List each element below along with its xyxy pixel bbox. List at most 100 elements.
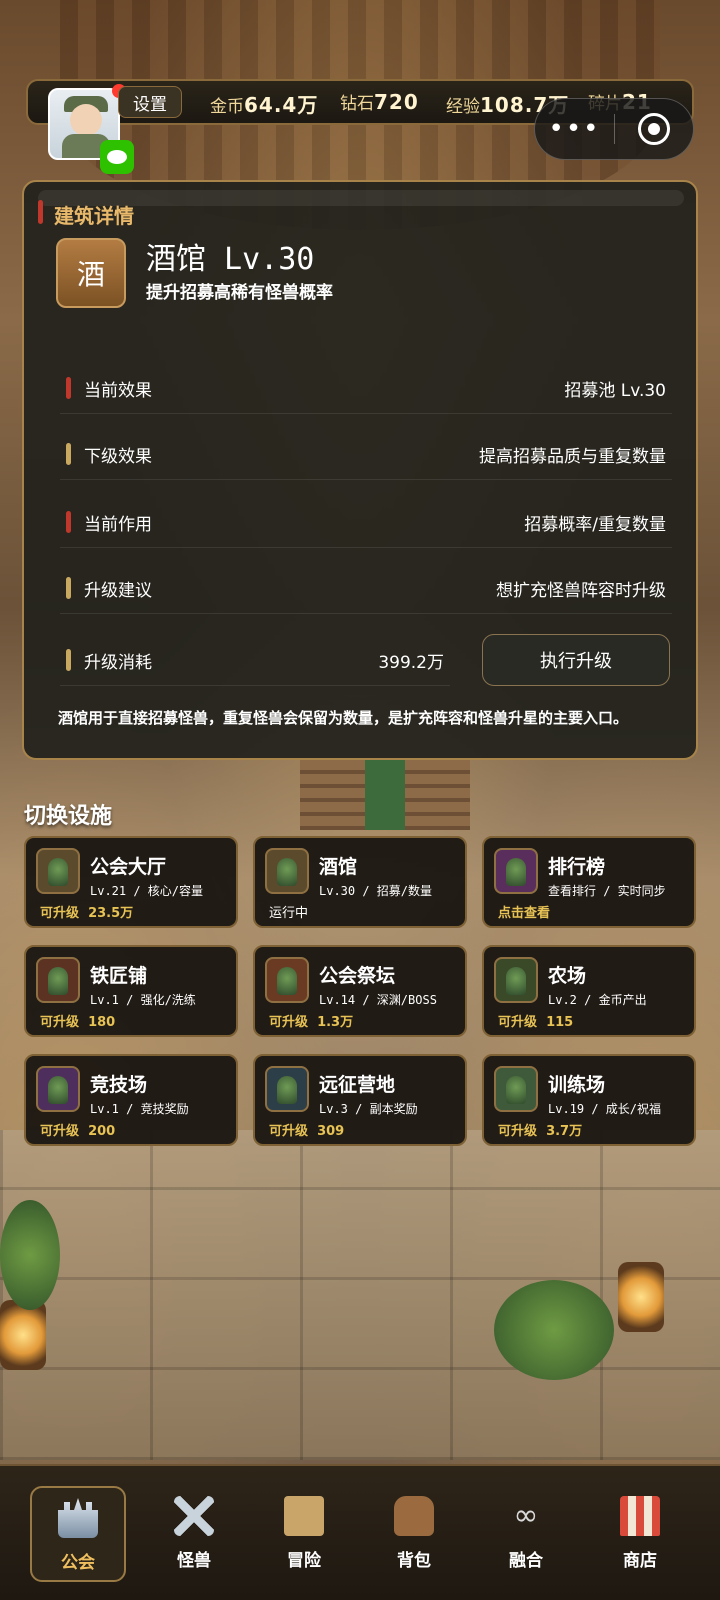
row-value: 招募概率/重复数量 bbox=[524, 515, 666, 535]
building-description: 提升招募高稀有怪兽概率 bbox=[146, 283, 333, 303]
row-label: 当前效果 bbox=[84, 381, 152, 401]
nav-fusion[interactable]: ∞ 融合 bbox=[478, 1486, 574, 1582]
facility-card-guild-hall[interactable]: 公会大厅 Lv.21 / 核心/容量 可升级 23.5万 bbox=[24, 836, 238, 928]
facility-sub: Lv.19 / 成长/祝福 bbox=[548, 1102, 662, 1116]
facility-card-altar[interactable]: 公会祭坛 Lv.14 / 深渊/BOSS 可升级 1.3万 bbox=[253, 945, 467, 1037]
facility-status: 可升级 115 bbox=[498, 1015, 574, 1030]
nav-label: 冒险 bbox=[287, 1551, 321, 1571]
facility-card-blacksmith[interactable]: 铁匠铺 Lv.1 / 强化/洗练 可升级 180 bbox=[24, 945, 238, 1037]
facility-card-arena[interactable]: 竞技场 Lv.1 / 竞技奖励 可升级 200 bbox=[24, 1054, 238, 1146]
facility-card-expedition-camp[interactable]: 远征营地 Lv.3 / 副本奖励 可升级 309 bbox=[253, 1054, 467, 1146]
detail-row: 升级建议 想扩充怪兽阵容时升级 bbox=[60, 564, 672, 614]
facility-status: 运行中 bbox=[269, 906, 309, 921]
facility-name: 公会大厅 bbox=[90, 856, 167, 878]
tavern-icon bbox=[265, 848, 309, 894]
bottom-nav: 公会 怪兽 冒险 背包 ∞ 融合 商店 bbox=[0, 1464, 720, 1600]
detail-row: 下级效果 提高招募品质与重复数量 bbox=[60, 430, 672, 480]
expedition-camp-icon bbox=[265, 1066, 309, 1112]
row-marker bbox=[66, 443, 71, 465]
row-marker bbox=[66, 511, 71, 533]
facility-name: 排行榜 bbox=[548, 856, 606, 878]
row-label: 下级效果 bbox=[84, 447, 152, 467]
facility-name: 竞技场 bbox=[90, 1074, 148, 1096]
shop-stall-icon bbox=[620, 1496, 660, 1536]
farm-icon bbox=[494, 957, 538, 1003]
target-close-icon bbox=[637, 113, 670, 145]
panel-title: 建筑详情 bbox=[54, 204, 134, 228]
facility-name: 远征营地 bbox=[319, 1074, 396, 1096]
row-value: 提高招募品质与重复数量 bbox=[479, 447, 666, 467]
panel-header-strip bbox=[38, 190, 684, 206]
row-marker bbox=[66, 577, 71, 599]
background-floor bbox=[0, 1130, 720, 1460]
map-scroll-icon bbox=[284, 1496, 324, 1536]
exp-label: 经验 bbox=[446, 97, 480, 117]
nav-shop[interactable]: 商店 bbox=[592, 1486, 688, 1582]
background-plant bbox=[0, 1200, 60, 1310]
settings-button[interactable]: 设置 bbox=[118, 86, 182, 118]
row-marker bbox=[66, 649, 71, 671]
building-detail-panel: 建筑详情 酒 酒馆 Lv.30 提升招募高稀有怪兽概率 当前效果 招募池 Lv.… bbox=[22, 180, 698, 760]
section-title: 切换设施 bbox=[24, 804, 113, 829]
diamond-label: 钻石 bbox=[340, 94, 374, 114]
more-menu-button[interactable]: ••• bbox=[535, 116, 614, 142]
row-label: 当前作用 bbox=[84, 515, 152, 535]
upgrade-cost-value: 399.2万 bbox=[378, 653, 444, 673]
facility-card-training-ground[interactable]: 训练场 Lv.19 / 成长/祝福 可升级 3.7万 bbox=[482, 1054, 696, 1146]
facility-status: 可升级 180 bbox=[40, 1015, 116, 1030]
row-value: 招募池 Lv.30 bbox=[564, 381, 666, 401]
facility-sub: 查看排行 / 实时同步 bbox=[548, 884, 666, 898]
castle-icon bbox=[58, 1498, 98, 1538]
facility-name: 酒馆 bbox=[319, 856, 358, 878]
facility-status: 可升级 309 bbox=[269, 1124, 345, 1139]
facility-sub: Lv.1 / 竞技奖励 bbox=[90, 1102, 189, 1116]
detail-row: 当前效果 招募池 Lv.30 bbox=[60, 364, 672, 414]
row-marker bbox=[66, 377, 71, 399]
nav-adventure[interactable]: 冒险 bbox=[256, 1486, 352, 1582]
facility-sub: Lv.1 / 强化/洗练 bbox=[90, 993, 196, 1007]
diamond-value: 720 bbox=[374, 90, 419, 114]
facility-status: 可升级 200 bbox=[40, 1124, 116, 1139]
arena-icon bbox=[36, 1066, 80, 1112]
facility-name: 训练场 bbox=[548, 1074, 606, 1096]
facility-card-tavern[interactable]: 酒馆 Lv.30 / 招募/数量 运行中 bbox=[253, 836, 467, 928]
nav-label: 背包 bbox=[397, 1551, 431, 1571]
title-marker bbox=[38, 200, 43, 224]
background-plant bbox=[494, 1280, 614, 1380]
facility-sub: Lv.2 / 金币产出 bbox=[548, 993, 647, 1007]
background-lamp bbox=[618, 1262, 664, 1332]
crossed-swords-icon bbox=[174, 1496, 214, 1536]
facility-sub: Lv.30 / 招募/数量 bbox=[319, 884, 433, 898]
facility-status: 可升级 23.5万 bbox=[40, 906, 134, 921]
miniprogram-capsule: ••• bbox=[534, 98, 694, 160]
nav-label: 怪兽 bbox=[177, 1551, 211, 1571]
leaderboard-icon bbox=[494, 848, 538, 894]
nav-label: 公会 bbox=[61, 1553, 95, 1573]
facility-name: 农场 bbox=[548, 965, 587, 987]
row-value: 想扩充怪兽阵容时升级 bbox=[496, 581, 666, 601]
close-miniprogram-button[interactable] bbox=[615, 113, 693, 145]
gold-label: 金币 bbox=[210, 97, 244, 117]
gold-resource: 金币64.4万 bbox=[210, 89, 318, 118]
wechat-icon[interactable] bbox=[100, 140, 134, 174]
facility-card-farm[interactable]: 农场 Lv.2 / 金币产出 可升级 115 bbox=[482, 945, 696, 1037]
detail-row: 当前作用 招募概率/重复数量 bbox=[60, 498, 672, 548]
background-lamp bbox=[0, 1300, 46, 1370]
nav-guild[interactable]: 公会 bbox=[30, 1486, 126, 1582]
facility-name: 铁匠铺 bbox=[90, 965, 148, 987]
building-icon: 酒 bbox=[56, 238, 126, 308]
nav-monsters[interactable]: 怪兽 bbox=[146, 1486, 242, 1582]
building-note: 酒馆用于直接招募怪兽，重复怪兽会保留为数量，是扩充阵容和怪兽升星的主要入口。 bbox=[58, 709, 629, 727]
facility-sub: Lv.3 / 副本奖励 bbox=[319, 1102, 418, 1116]
row-label: 升级消耗 bbox=[84, 653, 152, 673]
execute-upgrade-button[interactable]: 执行升级 bbox=[482, 634, 670, 686]
nav-label: 商店 bbox=[623, 1551, 657, 1571]
facility-card-leaderboard[interactable]: 排行榜 查看排行 / 实时同步 点击查看 bbox=[482, 836, 696, 928]
avatar-head bbox=[70, 104, 102, 136]
facility-sub: Lv.21 / 核心/容量 bbox=[90, 884, 204, 898]
blacksmith-icon bbox=[36, 957, 80, 1003]
upgrade-cost-row: 升级消耗 399.2万 bbox=[60, 636, 450, 686]
background-carpet bbox=[365, 760, 405, 830]
nav-label: 融合 bbox=[509, 1551, 543, 1571]
nav-backpack[interactable]: 背包 bbox=[366, 1486, 462, 1582]
